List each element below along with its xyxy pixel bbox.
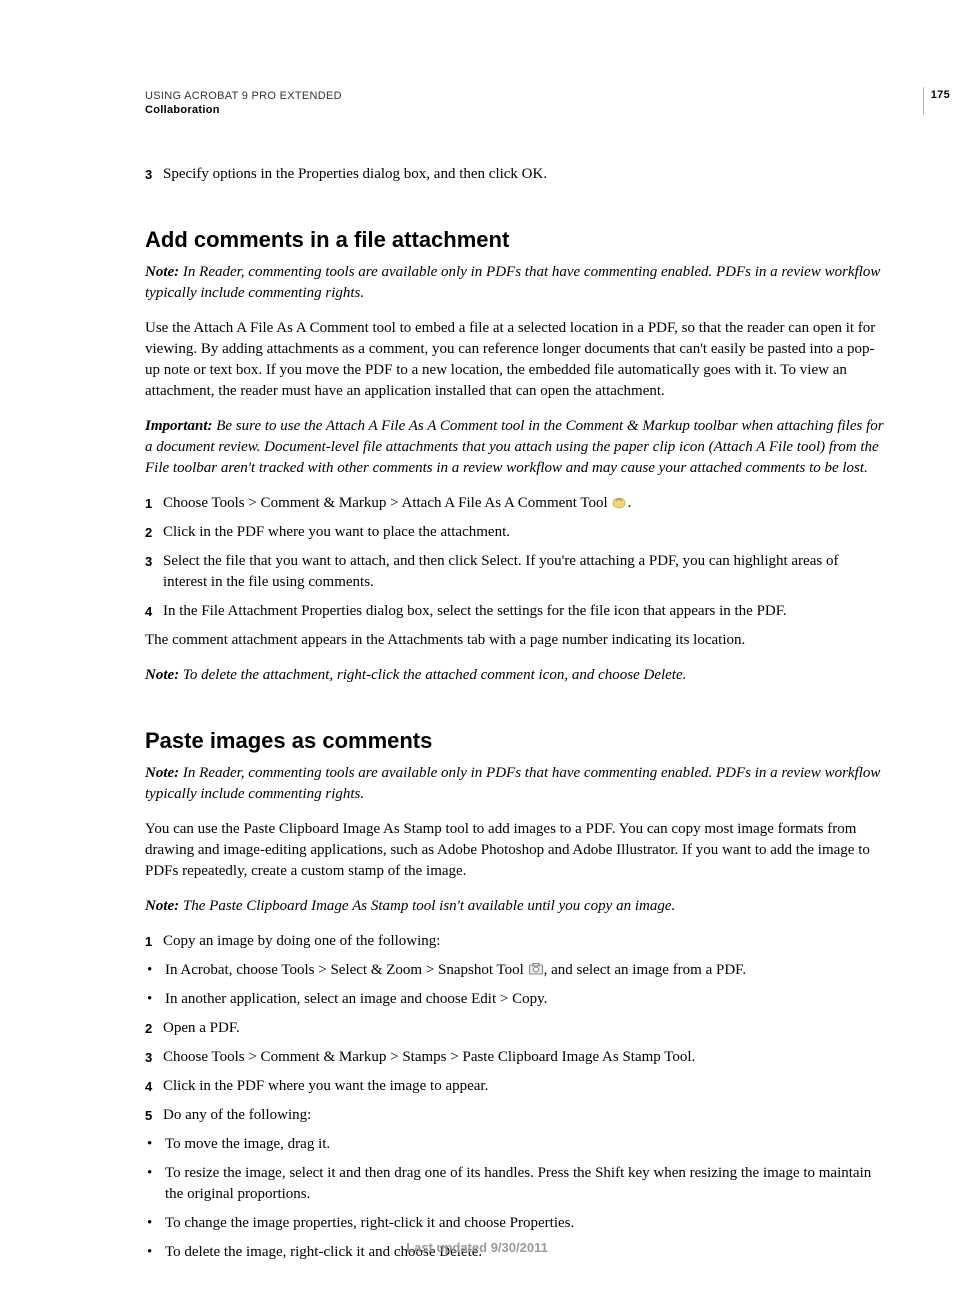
- list-item: 5 Do any of the following:: [145, 1105, 884, 1126]
- list-item: 1 Choose Tools > Comment & Markup > Atta…: [145, 493, 884, 514]
- step-text: Choose Tools > Comment & Markup > Attach…: [163, 493, 884, 514]
- body-content: 3 Specify options in the Properties dial…: [145, 164, 884, 1263]
- step-text: Select the file that you want to attach,…: [163, 551, 884, 593]
- page-header: USING ACROBAT 9 PRO EXTENDED Collaborati…: [145, 90, 884, 116]
- document-page: USING ACROBAT 9 PRO EXTENDED Collaborati…: [0, 0, 954, 1311]
- note-reader-commenting-1: Note: In Reader, commenting tools are av…: [145, 262, 884, 304]
- section-name: Collaboration: [145, 104, 884, 116]
- step-number: 3: [145, 1047, 163, 1068]
- step-number: 4: [145, 1076, 163, 1097]
- step-text: Specify options in the Properties dialog…: [163, 164, 884, 185]
- list-item: • To change the image properties, right-…: [145, 1213, 884, 1234]
- snapshot-tool-icon: [528, 962, 544, 976]
- note-text: In Reader, commenting tools are availabl…: [145, 264, 880, 301]
- heading-paste-images-comments: Paste images as comments: [145, 726, 884, 757]
- list-item: 3 Select the file that you want to attac…: [145, 551, 884, 593]
- step-text: Choose Tools > Comment & Markup > Stamps…: [163, 1047, 884, 1068]
- list-item: • To move the image, drag it.: [145, 1134, 884, 1155]
- paragraph: The comment attachment appears in the At…: [145, 630, 884, 651]
- step-number: 2: [145, 522, 163, 543]
- bullet-icon: •: [145, 1213, 165, 1234]
- step-number: 1: [145, 493, 163, 514]
- note-delete-attachment: Note: To delete the attachment, right-cl…: [145, 665, 884, 686]
- footer-last-updated: Last updated 9/30/2011: [0, 1240, 954, 1255]
- bullet-text: In another application, select an image …: [165, 989, 884, 1010]
- step-number: 5: [145, 1105, 163, 1126]
- list-item: 2 Click in the PDF where you want to pla…: [145, 522, 884, 543]
- list-item: • To resize the image, select it and the…: [145, 1163, 884, 1205]
- paragraph: Use the Attach A File As A Comment tool …: [145, 318, 884, 402]
- bullet-text: To change the image properties, right-cl…: [165, 1213, 884, 1234]
- note-text: In Reader, commenting tools are availabl…: [145, 765, 880, 802]
- list-item: 3 Choose Tools > Comment & Markup > Stam…: [145, 1047, 884, 1068]
- bullet-text-segment: , and select an image from a PDF.: [544, 962, 747, 978]
- step-text: Open a PDF.: [163, 1018, 884, 1039]
- bullet-icon: •: [145, 989, 165, 1010]
- step-number: 1: [145, 931, 163, 952]
- step-number: 3: [145, 164, 163, 185]
- note-label: Note:: [145, 264, 179, 280]
- heading-add-comments-attachment: Add comments in a file attachment: [145, 225, 884, 256]
- note-label: Note:: [145, 898, 179, 914]
- step-text: Click in the PDF where you want to place…: [163, 522, 884, 543]
- list-item: 1 Copy an image by doing one of the foll…: [145, 931, 884, 952]
- note-paste-availability: Note: The Paste Clipboard Image As Stamp…: [145, 896, 884, 917]
- list-item: • In Acrobat, choose Tools > Select & Zo…: [145, 960, 884, 981]
- header-divider: [923, 87, 924, 115]
- step-number: 2: [145, 1018, 163, 1039]
- page-number: 175: [931, 89, 950, 101]
- note-reader-commenting-2: Note: In Reader, commenting tools are av…: [145, 763, 884, 805]
- step-text: In the File Attachment Properties dialog…: [163, 601, 884, 622]
- bullet-icon: •: [145, 960, 165, 981]
- bullet-text-segment: In Acrobat, choose Tools > Select & Zoom…: [165, 962, 528, 978]
- paragraph: You can use the Paste Clipboard Image As…: [145, 819, 884, 882]
- important-note: Important: Be sure to use the Attach A F…: [145, 416, 884, 479]
- list-item: 3 Specify options in the Properties dial…: [145, 164, 884, 185]
- bullet-icon: •: [145, 1163, 165, 1205]
- list-item: 4 Click in the PDF where you want the im…: [145, 1076, 884, 1097]
- note-text: To delete the attachment, right-click th…: [179, 667, 686, 683]
- note-text: The Paste Clipboard Image As Stamp tool …: [179, 898, 675, 914]
- step-text: Click in the PDF where you want the imag…: [163, 1076, 884, 1097]
- list-item: • In another application, select an imag…: [145, 989, 884, 1010]
- step-number: 3: [145, 551, 163, 593]
- note-label: Note:: [145, 765, 179, 781]
- step-text: Copy an image by doing one of the follow…: [163, 931, 884, 952]
- note-label: Note:: [145, 667, 179, 683]
- bullet-text: To resize the image, select it and then …: [165, 1163, 884, 1205]
- important-text: Be sure to use the Attach A File As A Co…: [145, 418, 884, 476]
- bullet-text: In Acrobat, choose Tools > Select & Zoom…: [165, 960, 884, 981]
- step-text-segment: Choose Tools > Comment & Markup > Attach…: [163, 495, 611, 511]
- step-number: 4: [145, 601, 163, 622]
- attach-file-comment-icon: [611, 495, 627, 509]
- step-text-segment: .: [627, 495, 631, 511]
- list-item: 2 Open a PDF.: [145, 1018, 884, 1039]
- list-item: 4 In the File Attachment Properties dial…: [145, 601, 884, 622]
- important-label: Important:: [145, 418, 213, 434]
- bullet-icon: •: [145, 1134, 165, 1155]
- running-title: USING ACROBAT 9 PRO EXTENDED: [145, 90, 884, 102]
- bullet-text: To move the image, drag it.: [165, 1134, 884, 1155]
- step-text: Do any of the following:: [163, 1105, 884, 1126]
